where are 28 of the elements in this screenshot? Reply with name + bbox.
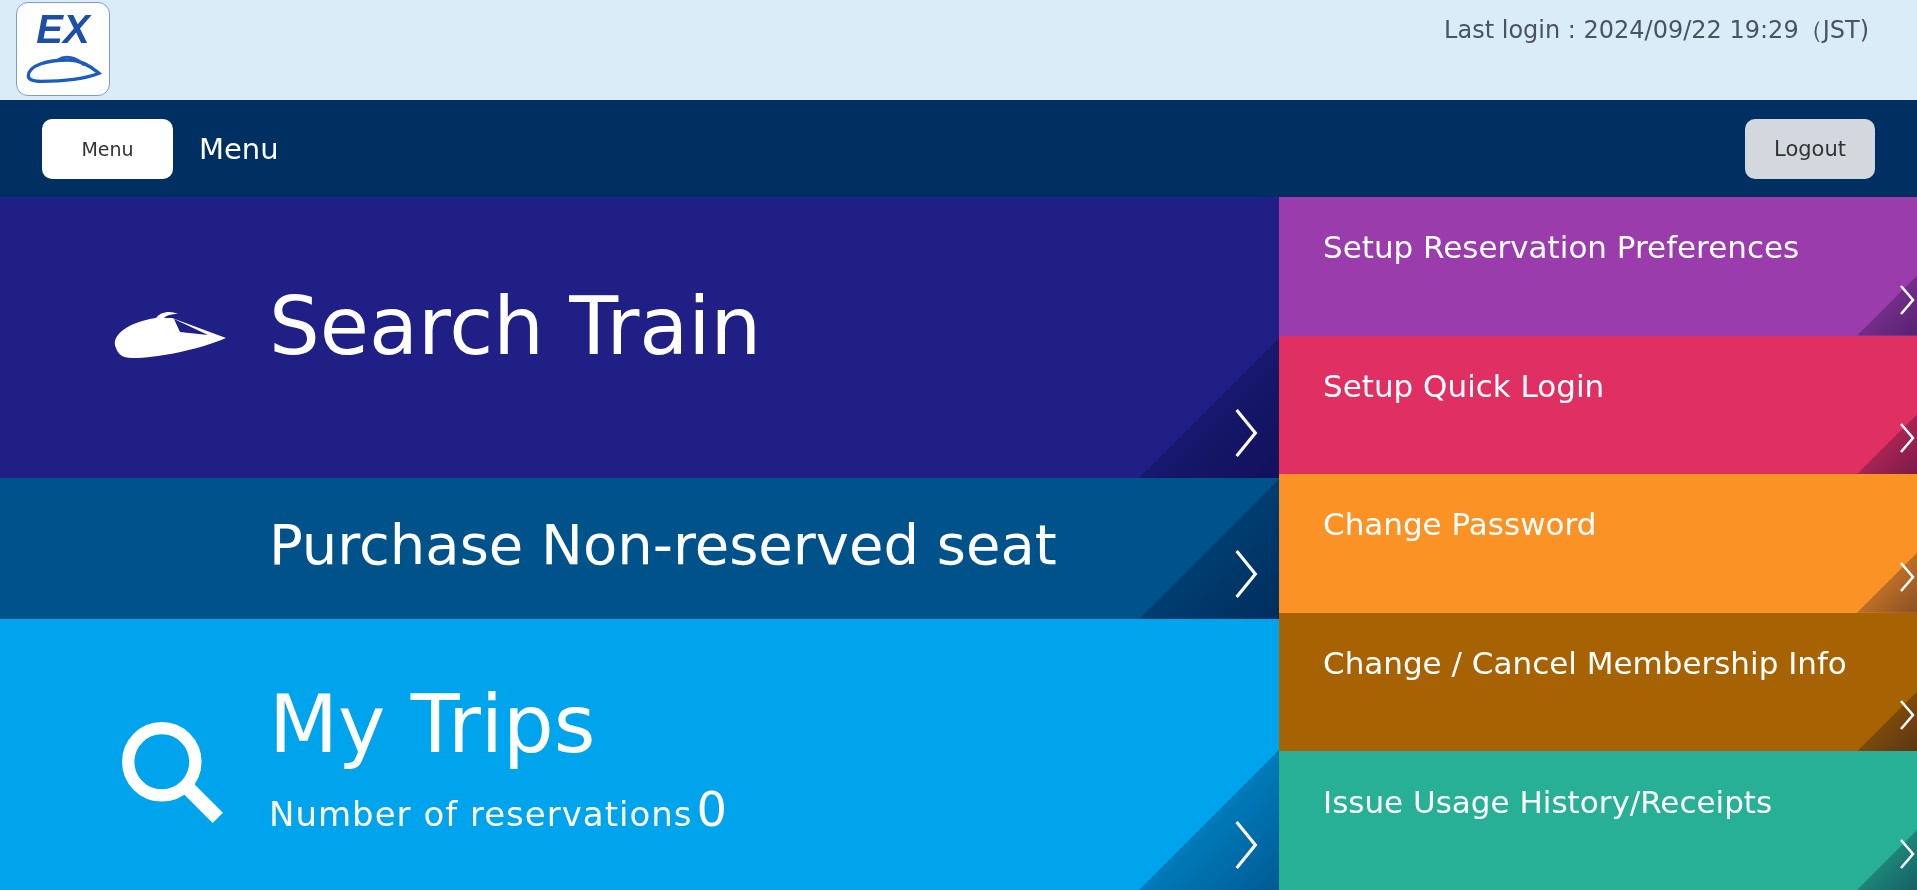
chevron-icon [1233, 820, 1259, 870]
menu-title: Menu [199, 131, 279, 166]
menu-tile[interactable]: Setup Reservation Preferences [1279, 197, 1917, 336]
tile-title: My Trips [269, 681, 597, 769]
tile-label: Issue Usage History/Receipts [1323, 783, 1773, 820]
tile-title: Purchase Non-reserved seat [269, 513, 1057, 576]
logout-button[interactable]: Logout [1745, 118, 1875, 179]
menu-tile[interactable]: Purchase Non-reserved seat [0, 478, 1279, 619]
menu-button[interactable]: Menu [42, 118, 173, 179]
chevron-icon [1899, 422, 1915, 455]
tile-label: Change Password [1323, 506, 1597, 543]
chevron-icon [1233, 408, 1259, 458]
tile-title: Search Train [269, 282, 762, 371]
reservations-label: Number of reservations [269, 794, 693, 834]
chevron-icon [1899, 699, 1915, 732]
logo[interactable]: EX [16, 2, 110, 96]
menu-tile[interactable]: Setup Quick Login [1279, 335, 1917, 475]
menu-tile[interactable]: Search Train [0, 197, 1279, 478]
chevron-icon [1899, 560, 1915, 593]
menu-tile[interactable]: Change / Cancel Membership Info [1279, 612, 1917, 752]
tile-label: Setup Reservation Preferences [1323, 229, 1800, 266]
tile-label: Change / Cancel Membership Info [1323, 645, 1847, 682]
tile-label: Setup Quick Login [1323, 367, 1605, 404]
chevron-icon [1233, 549, 1259, 599]
chevron-icon [1899, 283, 1915, 316]
last-login-text: Last login : 2024/09/22 19:29（JST) [1444, 15, 1869, 46]
chevron-icon [1899, 838, 1915, 870]
reservations-count: 0 [696, 781, 728, 837]
